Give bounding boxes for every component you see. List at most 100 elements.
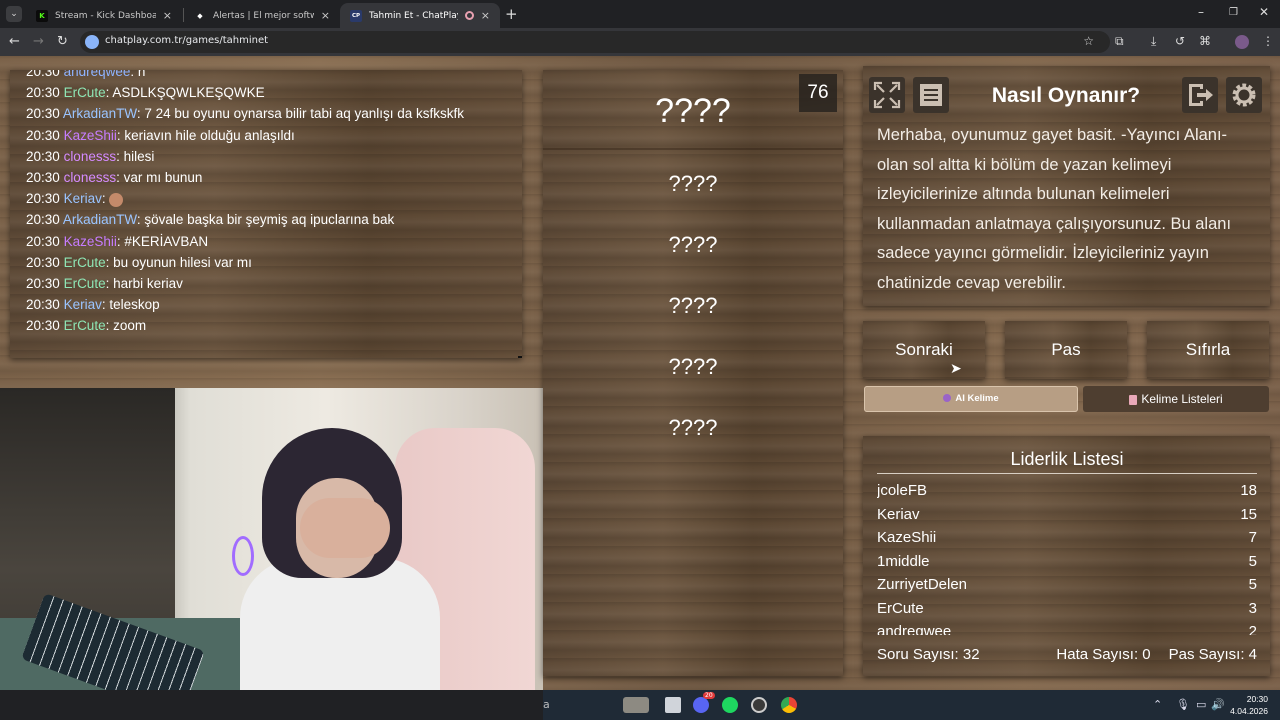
back-icon[interactable]: ← (9, 34, 20, 49)
site-info-icon[interactable] (85, 35, 99, 49)
exit-button[interactable] (1182, 77, 1218, 113)
taskbar-clock[interactable]: 20:30 4.04.2026 (1230, 693, 1268, 717)
reload-icon[interactable]: ↻ (57, 34, 68, 49)
chat-time: 20:30 (26, 212, 60, 228)
leaderboard-row: KazeShii 7 (877, 529, 1257, 553)
player-name: jcoleFB (877, 482, 928, 499)
divider (543, 148, 843, 150)
forbidden-word: ???? (668, 354, 718, 379)
translate-icon[interactable]: ⌘ (1199, 34, 1211, 48)
clock-date: 4.04.2026 (1230, 706, 1268, 716)
mouse-cursor-icon: ➤ (950, 361, 962, 377)
close-icon[interactable]: × (481, 9, 490, 22)
url-text: chatplay.com.tr/games/tahminet (105, 35, 269, 46)
chat-username[interactable]: ErCute (64, 276, 106, 291)
chrome-icon[interactable] (781, 697, 797, 713)
obs-icon[interactable] (751, 697, 767, 713)
player-score: 3 (1248, 599, 1257, 617)
restore-icon[interactable]: ❐ (1229, 7, 1238, 18)
chat-text: : (101, 191, 110, 207)
widget-icon[interactable] (623, 697, 649, 713)
ai-word-button[interactable]: AI Kelime (864, 386, 1078, 412)
chat-text: : keriavın hile olduğu anlaşıldı (116, 127, 295, 143)
pass-button[interactable]: Pas (1005, 321, 1127, 379)
reset-button[interactable]: Sıfırla (1147, 321, 1269, 379)
chat-time: 20:30 (26, 127, 60, 143)
tab-alertas[interactable]: ◆ Alertas | El mejor software para × (184, 3, 340, 28)
settings-button[interactable] (1226, 77, 1262, 113)
notes-button[interactable] (913, 77, 949, 113)
menu-icon[interactable]: ⋮ (1262, 34, 1274, 48)
close-icon[interactable]: × (321, 9, 330, 22)
address-bar[interactable]: chatplay.com.tr/games/tahminet ☆ (80, 31, 1110, 53)
chat-username[interactable]: ArkadianTW (63, 212, 137, 227)
player-score: 5 (1248, 576, 1257, 593)
microphone-icon[interactable]: 🎙 (1176, 698, 1190, 711)
chat-username[interactable]: clonesss (64, 170, 117, 185)
download-icon[interactable]: ⤓ (1151, 34, 1156, 49)
chat-username[interactable]: clonesss (64, 149, 117, 164)
new-tab-button[interactable]: + (505, 5, 518, 23)
player-score: 15 (1240, 505, 1257, 523)
chat-time: 20:30 (26, 254, 60, 270)
chat-message: 20:30 andreqwee: n (26, 70, 464, 85)
tray-chevron-icon[interactable]: ⌃ (1153, 698, 1162, 711)
file-explorer-icon[interactable] (665, 697, 681, 713)
chat-username[interactable]: ArkadianTW (63, 106, 137, 121)
player-score: 7 (1248, 529, 1257, 546)
chat-time: 20:30 (26, 85, 60, 101)
word-lists-button[interactable]: Kelime Listeleri (1083, 386, 1269, 412)
chat-username[interactable]: KazeShii (64, 234, 117, 249)
leaderboard-row: ZurriyetDelen 5 (877, 576, 1257, 600)
emote-icon (109, 192, 124, 207)
windows-taskbar: a 20 ⌃ 🎙 ▭ 🔊 20:30 4.04.2026 (543, 690, 1280, 720)
chat-message: 20:30 KazeShii: keriavın hile olduğu anl… (26, 128, 464, 149)
player-score: 5 (1248, 552, 1257, 570)
chat-username[interactable]: Keriav (64, 297, 102, 312)
chat-message: 20:30 ErCute: harbi keriav (26, 276, 464, 297)
chat-username[interactable]: ErCute (64, 255, 106, 270)
gear-icon (1232, 83, 1256, 107)
chat-username[interactable]: Keriav (64, 191, 102, 206)
minimize-icon[interactable]: – (1198, 5, 1204, 19)
ai-word-label: AI Kelime (955, 393, 999, 404)
chat-text: : var mı bunun (116, 169, 203, 185)
extensions-icon[interactable]: ⧉ (1115, 34, 1124, 49)
forbidden-word: ???? (668, 171, 718, 196)
window-close-icon[interactable]: ✕ (1259, 5, 1269, 19)
next-button[interactable]: Sonraki (863, 321, 985, 379)
pass-count: Pas Sayısı: 4 (1168, 646, 1257, 663)
chat-username[interactable]: KazeShii (64, 128, 117, 143)
chat-time: 20:30 (26, 275, 60, 291)
chat-username[interactable]: ErCute (64, 318, 106, 333)
spotify-icon[interactable] (722, 697, 738, 713)
player-score: 2 (1248, 623, 1257, 635)
leaderboard-list[interactable]: jcoleFB 18 Keriav 15 KazeShii 7 1middle 5 Zu… (877, 482, 1257, 635)
history-icon[interactable]: ↺ (1175, 34, 1185, 48)
leaderboard-row: Keriav 15 (877, 506, 1257, 530)
chat-scrollbar[interactable] (518, 356, 522, 358)
tab-search-icon[interactable]: ⌄ (6, 6, 22, 22)
network-icon[interactable]: ▭ (1196, 698, 1206, 711)
fullscreen-button[interactable] (869, 77, 905, 113)
countdown-timer: 76 (799, 74, 837, 112)
bookmark-star-icon[interactable]: ☆ (1083, 34, 1094, 48)
profile-avatar[interactable] (1235, 35, 1249, 49)
chat-time: 20:30 (26, 191, 60, 207)
forward-icon[interactable]: → (33, 34, 44, 49)
chat-message: 20:30 ArkadianTW: şövale başka bir şeymi… (26, 212, 464, 233)
how-to-play-title: Nasıl Oynanır? (991, 84, 1141, 107)
forbidden-word: ???? (668, 415, 718, 440)
tab-tahmin-et[interactable]: CP Tahmin Et - ChatPlay × (340, 3, 500, 28)
chat-time: 20:30 (26, 169, 60, 185)
tab-kick-dashboard[interactable]: K Stream - Kick Dashboard × (26, 3, 182, 28)
player-name: ZurriyetDelen (877, 576, 968, 593)
discord-icon[interactable] (693, 697, 709, 713)
chat-message-list: 20:30 andreqwee: n 20:30 ErCute: ASDLKŞQ… (26, 70, 464, 339)
chat-message: 20:30 ErCute: ASDLKŞQWLKEŞQWKE (26, 85, 464, 106)
chat-username[interactable]: andreqwee (64, 70, 131, 79)
chat-text: : n (130, 70, 146, 79)
chat-username[interactable]: ErCute (64, 85, 106, 100)
volume-icon[interactable]: 🔊 (1211, 698, 1225, 711)
close-icon[interactable]: × (163, 9, 172, 22)
